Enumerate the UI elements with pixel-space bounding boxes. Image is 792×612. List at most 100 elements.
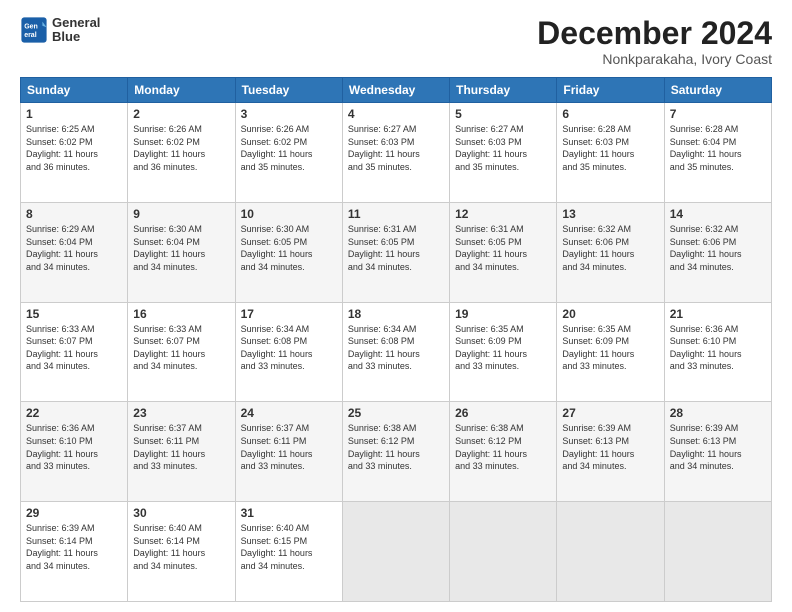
day-info: Sunrise: 6:35 AM Sunset: 6:09 PM Dayligh…	[455, 323, 551, 373]
calendar-header-cell: Saturday	[664, 78, 771, 103]
day-number: 21	[670, 307, 766, 321]
calendar-day-cell: 14 Sunrise: 6:32 AM Sunset: 6:06 PM Dayli…	[664, 202, 771, 302]
calendar-day-cell: 18Sunrise: 6:34 AM Sunset: 6:08 PM Dayli…	[342, 302, 449, 402]
day-info: Sunrise: 6:37 AM Sunset: 6:11 PM Dayligh…	[241, 422, 337, 472]
day-info: Sunrise: 6:33 AM Sunset: 6:07 PM Dayligh…	[133, 323, 229, 373]
calendar-day-cell: 23 Sunrise: 6:37 AM Sunset: 6:11 PM Dayli…	[128, 402, 235, 502]
day-number: 8	[26, 207, 122, 221]
day-info: Sunrise: 6:27 AM Sunset: 6:03 PM Dayligh…	[455, 123, 551, 173]
month-title: December 2024	[537, 16, 772, 51]
day-info: Sunrise: 6:28 AM Sunset: 6:04 PM Dayligh…	[670, 123, 766, 173]
day-info: Sunrise: 6:25 AM Sunset: 6:02 PM Dayligh…	[26, 123, 122, 173]
calendar-day-cell: 11Sunrise: 6:31 AM Sunset: 6:05 PM Dayli…	[342, 202, 449, 302]
calendar-day-cell: 30Sunrise: 6:40 AM Sunset: 6:14 PM Dayli…	[128, 502, 235, 602]
calendar-day-cell	[557, 502, 664, 602]
calendar-day-cell: 9Sunrise: 6:30 AM Sunset: 6:04 PM Daylig…	[128, 202, 235, 302]
day-number: 4	[348, 107, 444, 121]
day-number: 26	[455, 406, 551, 420]
calendar-header-cell: Monday	[128, 78, 235, 103]
calendar-header-cell: Thursday	[450, 78, 557, 103]
day-info: Sunrise: 6:30 AM Sunset: 6:04 PM Dayligh…	[133, 223, 229, 273]
day-info: Sunrise: 6:39 AM Sunset: 6:13 PM Dayligh…	[670, 422, 766, 472]
calendar-header-cell: Wednesday	[342, 78, 449, 103]
day-info: Sunrise: 6:33 AM Sunset: 6:07 PM Dayligh…	[26, 323, 122, 373]
logo-text: General Blue	[52, 16, 100, 45]
day-number: 1	[26, 107, 122, 121]
calendar-table: SundayMondayTuesdayWednesdayThursdayFrid…	[20, 77, 772, 602]
calendar-day-cell	[664, 502, 771, 602]
calendar-day-cell: 1 Sunrise: 6:25 AM Sunset: 6:02 PM Daylig…	[21, 103, 128, 203]
day-number: 5	[455, 107, 551, 121]
calendar-day-cell: 4 Sunrise: 6:27 AM Sunset: 6:03 PM Daylig…	[342, 103, 449, 203]
logo-icon: Gen eral	[20, 16, 48, 44]
day-number: 11	[348, 207, 444, 221]
calendar-day-cell: 31 Sunrise: 6:40 AM Sunset: 6:15 PM Dayli…	[235, 502, 342, 602]
calendar-body: 1 Sunrise: 6:25 AM Sunset: 6:02 PM Daylig…	[21, 103, 772, 602]
calendar-day-cell: 29Sunrise: 6:39 AM Sunset: 6:14 PM Dayli…	[21, 502, 128, 602]
logo-line2: Blue	[52, 30, 100, 44]
day-number: 3	[241, 107, 337, 121]
title-area: December 2024 Nonkparakaha, Ivory Coast	[537, 16, 772, 67]
day-info: Sunrise: 6:28 AM Sunset: 6:03 PM Dayligh…	[562, 123, 658, 173]
calendar-day-cell: 15Sunrise: 6:33 AM Sunset: 6:07 PM Dayli…	[21, 302, 128, 402]
day-info: Sunrise: 6:27 AM Sunset: 6:03 PM Dayligh…	[348, 123, 444, 173]
day-info: Sunrise: 6:31 AM Sunset: 6:05 PM Dayligh…	[455, 223, 551, 273]
svg-text:Gen: Gen	[24, 24, 38, 31]
day-info: Sunrise: 6:29 AM Sunset: 6:04 PM Dayligh…	[26, 223, 122, 273]
calendar-header-cell: Tuesday	[235, 78, 342, 103]
day-info: Sunrise: 6:32 AM Sunset: 6:06 PM Dayligh…	[562, 223, 658, 273]
calendar-week-row: 1 Sunrise: 6:25 AM Sunset: 6:02 PM Daylig…	[21, 103, 772, 203]
calendar-week-row: 15Sunrise: 6:33 AM Sunset: 6:07 PM Dayli…	[21, 302, 772, 402]
calendar-day-cell: 6Sunrise: 6:28 AM Sunset: 6:03 PM Daylig…	[557, 103, 664, 203]
calendar-day-cell: 25Sunrise: 6:38 AM Sunset: 6:12 PM Dayli…	[342, 402, 449, 502]
calendar-day-cell: 8 Sunrise: 6:29 AM Sunset: 6:04 PM Daylig…	[21, 202, 128, 302]
day-number: 31	[241, 506, 337, 520]
calendar-day-cell: 12 Sunrise: 6:31 AM Sunset: 6:05 PM Dayli…	[450, 202, 557, 302]
day-number: 17	[241, 307, 337, 321]
day-number: 24	[241, 406, 337, 420]
day-number: 23	[133, 406, 229, 420]
calendar-day-cell: 19 Sunrise: 6:35 AM Sunset: 6:09 PM Dayli…	[450, 302, 557, 402]
day-number: 14	[670, 207, 766, 221]
logo-line1: General	[52, 16, 100, 30]
day-number: 12	[455, 207, 551, 221]
day-info: Sunrise: 6:26 AM Sunset: 6:02 PM Dayligh…	[133, 123, 229, 173]
day-number: 10	[241, 207, 337, 221]
day-number: 27	[562, 406, 658, 420]
calendar-day-cell: 10Sunrise: 6:30 AM Sunset: 6:05 PM Dayli…	[235, 202, 342, 302]
calendar-day-cell: 20Sunrise: 6:35 AM Sunset: 6:09 PM Dayli…	[557, 302, 664, 402]
day-info: Sunrise: 6:34 AM Sunset: 6:08 PM Dayligh…	[348, 323, 444, 373]
page: Gen eral General Blue December 2024 Nonk…	[0, 0, 792, 612]
day-number: 30	[133, 506, 229, 520]
calendar-day-cell	[342, 502, 449, 602]
calendar-header-row: SundayMondayTuesdayWednesdayThursdayFrid…	[21, 78, 772, 103]
day-number: 28	[670, 406, 766, 420]
location: Nonkparakaha, Ivory Coast	[537, 51, 772, 67]
day-info: Sunrise: 6:38 AM Sunset: 6:12 PM Dayligh…	[455, 422, 551, 472]
day-info: Sunrise: 6:26 AM Sunset: 6:02 PM Dayligh…	[241, 123, 337, 173]
calendar-day-cell: 7 Sunrise: 6:28 AM Sunset: 6:04 PM Daylig…	[664, 103, 771, 203]
calendar-day-cell: 3 Sunrise: 6:26 AM Sunset: 6:02 PM Daylig…	[235, 103, 342, 203]
calendar-week-row: 29Sunrise: 6:39 AM Sunset: 6:14 PM Dayli…	[21, 502, 772, 602]
day-info: Sunrise: 6:36 AM Sunset: 6:10 PM Dayligh…	[26, 422, 122, 472]
calendar-day-cell: 27Sunrise: 6:39 AM Sunset: 6:13 PM Dayli…	[557, 402, 664, 502]
day-number: 19	[455, 307, 551, 321]
day-info: Sunrise: 6:32 AM Sunset: 6:06 PM Dayligh…	[670, 223, 766, 273]
calendar-header-cell: Friday	[557, 78, 664, 103]
day-number: 2	[133, 107, 229, 121]
day-info: Sunrise: 6:36 AM Sunset: 6:10 PM Dayligh…	[670, 323, 766, 373]
day-info: Sunrise: 6:38 AM Sunset: 6:12 PM Dayligh…	[348, 422, 444, 472]
day-number: 16	[133, 307, 229, 321]
logo: Gen eral General Blue	[20, 16, 100, 45]
calendar-day-cell: 2 Sunrise: 6:26 AM Sunset: 6:02 PM Daylig…	[128, 103, 235, 203]
calendar-day-cell: 21 Sunrise: 6:36 AM Sunset: 6:10 PM Dayli…	[664, 302, 771, 402]
day-number: 29	[26, 506, 122, 520]
day-info: Sunrise: 6:37 AM Sunset: 6:11 PM Dayligh…	[133, 422, 229, 472]
calendar-day-cell: 13 Sunrise: 6:32 AM Sunset: 6:06 PM Dayli…	[557, 202, 664, 302]
day-number: 13	[562, 207, 658, 221]
day-number: 20	[562, 307, 658, 321]
calendar-day-cell: 24 Sunrise: 6:37 AM Sunset: 6:11 PM Dayli…	[235, 402, 342, 502]
day-number: 7	[670, 107, 766, 121]
calendar-week-row: 8 Sunrise: 6:29 AM Sunset: 6:04 PM Daylig…	[21, 202, 772, 302]
day-info: Sunrise: 6:40 AM Sunset: 6:15 PM Dayligh…	[241, 522, 337, 572]
